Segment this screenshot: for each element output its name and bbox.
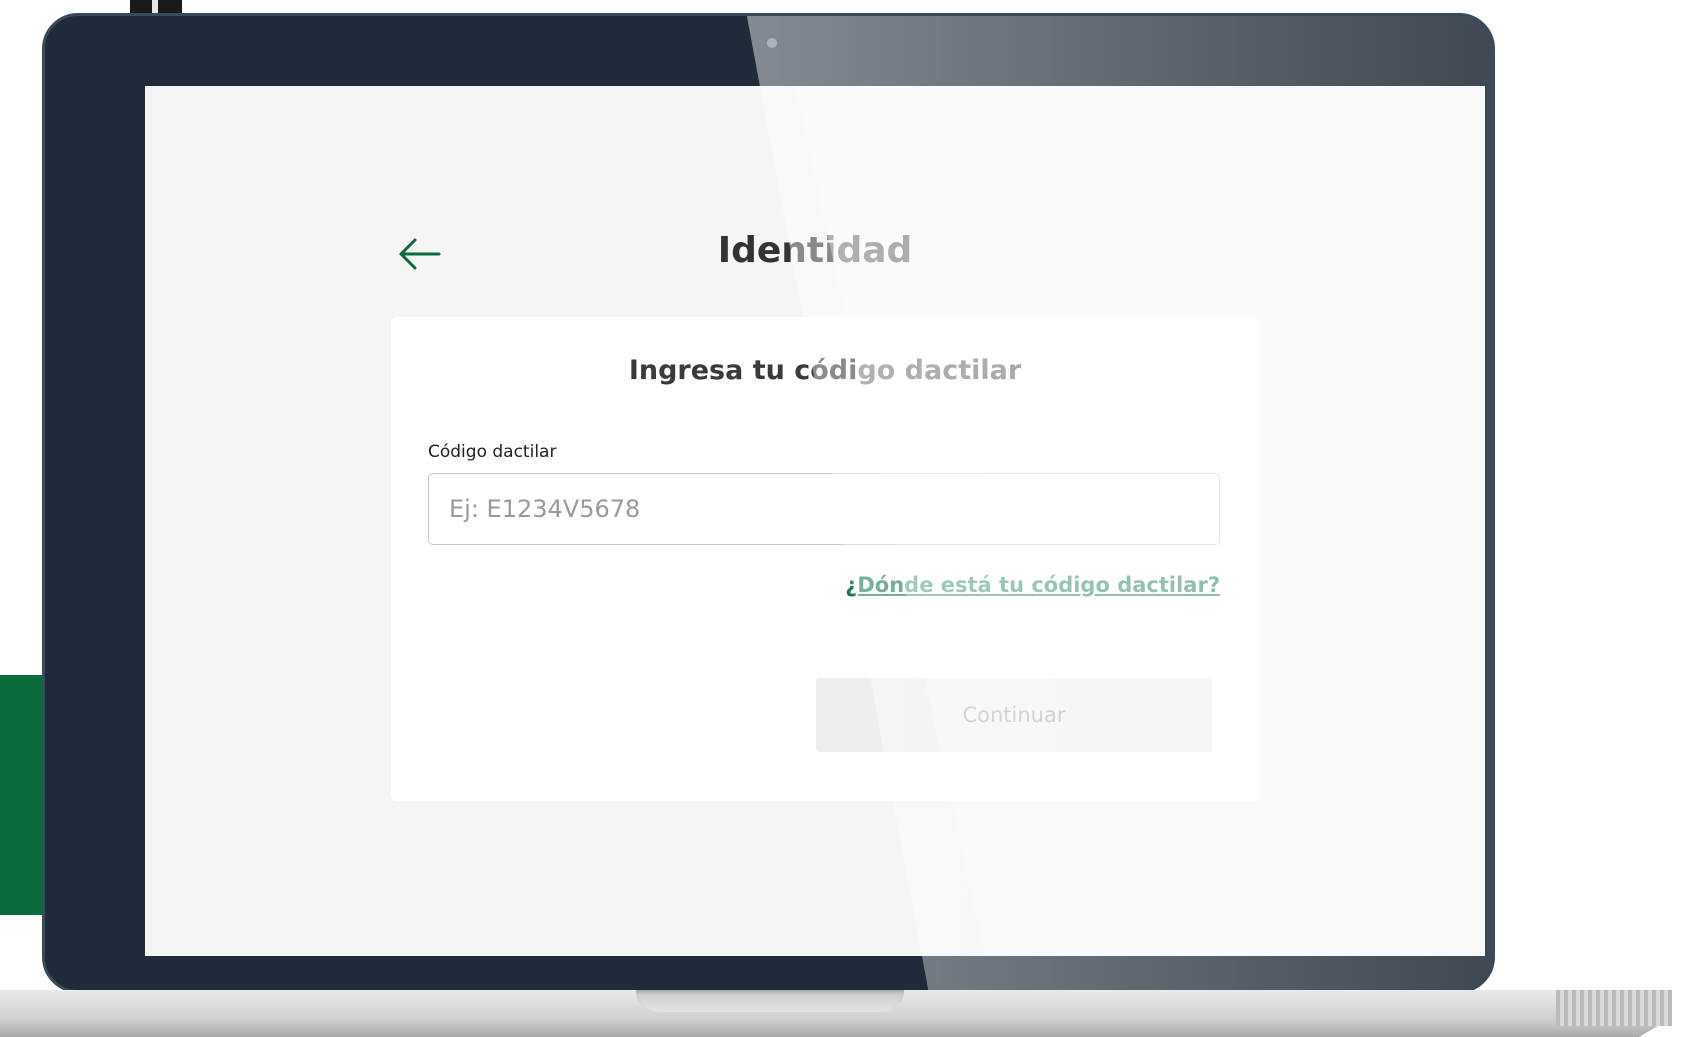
laptop-screen: Identidad Ingresa tu código dactilar Cód…: [145, 86, 1485, 956]
scene: Identidad Ingresa tu código dactilar Cód…: [0, 0, 1692, 1037]
page-title: Identidad: [717, 230, 913, 271]
page-header: Identidad: [395, 226, 1235, 286]
fingerprint-code-input[interactable]: [428, 473, 1220, 545]
code-card: Ingresa tu código dactilar Código dactil…: [391, 317, 1259, 801]
field-label: Código dactilar: [428, 442, 557, 462]
laptop-bezel: Identidad Ingresa tu código dactilar Cód…: [42, 13, 1495, 993]
card-title: Ingresa tu código dactilar: [628, 355, 1022, 386]
laptop-base-notch: [636, 990, 904, 1012]
help-link[interactable]: ¿Dónde está tu código dactilar?: [845, 573, 1220, 597]
continue-button[interactable]: Continuar: [816, 678, 1212, 752]
laptop-base-edge: [1556, 990, 1672, 1026]
camera-icon: [767, 38, 777, 48]
